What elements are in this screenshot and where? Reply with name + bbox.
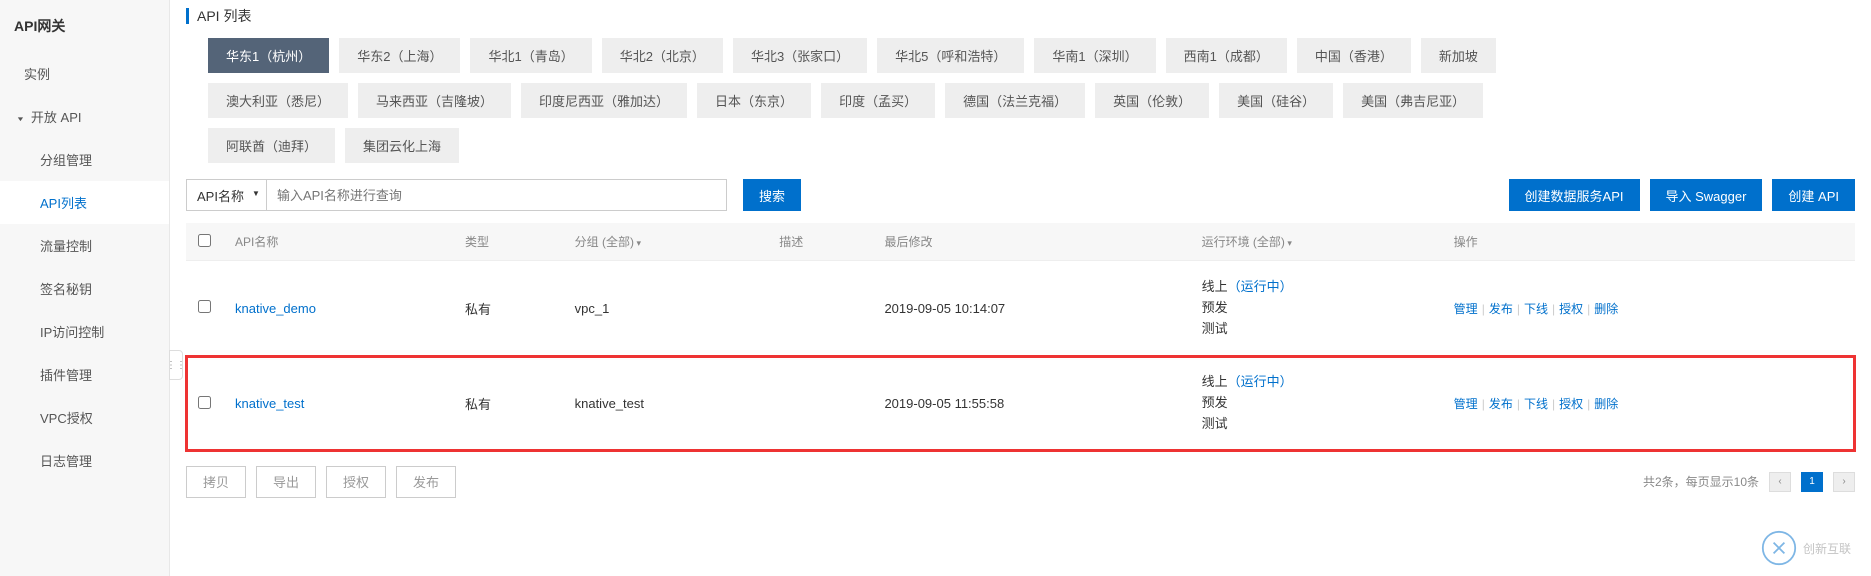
create-api-button[interactable]: 创建 API bbox=[1772, 179, 1855, 211]
cell-ops: 管理|发布|下线|授权|删除 bbox=[1442, 356, 1855, 451]
search-button[interactable]: 搜索 bbox=[743, 179, 801, 211]
sidebar-item[interactable]: 流量控制 bbox=[0, 224, 169, 267]
select-all-checkbox[interactable] bbox=[198, 234, 211, 247]
region-tab[interactable]: 美国（硅谷） bbox=[1219, 83, 1333, 118]
region-tabs-row2: 澳大利亚（悉尼） 马来西亚（吉隆坡） 印度尼西亚（雅加达） 日本（东京） 印度（孟买） 德… bbox=[208, 83, 1855, 118]
region-tab[interactable]: 英国（伦敦） bbox=[1095, 83, 1209, 118]
cell-group: knative_test bbox=[563, 356, 768, 451]
table-row: knative_test私有knative_test2019-09-05 11:… bbox=[186, 356, 1855, 451]
region-tabs-row3: 阿联酋（迪拜） 集团云化上海 bbox=[208, 128, 1855, 163]
region-tab[interactable]: 美国（弗吉尼亚） bbox=[1343, 83, 1483, 118]
cell-env: 线上（运行中）预发测试 bbox=[1190, 261, 1442, 356]
op-manage[interactable]: 管理 bbox=[1454, 302, 1478, 316]
sidebar-item[interactable]: 实例 bbox=[0, 52, 169, 95]
footer-row: 拷贝导出授权发布 共2条，每页显示10条 ‹ 1 › bbox=[186, 466, 1855, 498]
import-swagger-button[interactable]: 导入 Swagger bbox=[1650, 179, 1763, 211]
filter-field-select[interactable]: API名称 bbox=[186, 179, 267, 211]
region-tab[interactable]: 中国（香港） bbox=[1297, 38, 1411, 73]
footer-action-button[interactable]: 发布 bbox=[396, 466, 456, 498]
region-tab[interactable]: 德国（法兰克福） bbox=[945, 83, 1085, 118]
cell-ops: 管理|发布|下线|授权|删除 bbox=[1442, 261, 1855, 356]
cell-env: 线上（运行中）预发测试 bbox=[1190, 356, 1442, 451]
search-input[interactable] bbox=[267, 179, 727, 211]
sidebar-title: API网关 bbox=[0, 0, 169, 52]
footer-action-button[interactable]: 拷贝 bbox=[186, 466, 246, 498]
op-delete[interactable]: 删除 bbox=[1594, 397, 1618, 411]
region-tab[interactable]: 华南1（深圳） bbox=[1034, 38, 1155, 73]
op-offline[interactable]: 下线 bbox=[1524, 397, 1548, 411]
pager-next[interactable]: › bbox=[1833, 472, 1855, 492]
region-tab[interactable]: 马来西亚（吉隆坡） bbox=[358, 83, 511, 118]
api-table: API名称 类型 分组 (全部) 描述 最后修改 运行环境 (全部) 操作 kn… bbox=[186, 223, 1855, 452]
op-auth[interactable]: 授权 bbox=[1559, 397, 1583, 411]
op-publish[interactable]: 发布 bbox=[1489, 302, 1513, 316]
op-manage[interactable]: 管理 bbox=[1454, 397, 1478, 411]
region-tab[interactable]: 华北5（呼和浩特） bbox=[877, 38, 1024, 73]
op-auth[interactable]: 授权 bbox=[1559, 302, 1583, 316]
region-tab[interactable]: 日本（东京） bbox=[697, 83, 811, 118]
cell-type: 私有 bbox=[453, 261, 563, 356]
footer-action-button[interactable]: 授权 bbox=[326, 466, 386, 498]
create-data-api-button[interactable]: 创建数据服务API bbox=[1509, 179, 1640, 211]
region-tab[interactable]: 印度尼西亚（雅加达） bbox=[521, 83, 687, 118]
pager-page-1[interactable]: 1 bbox=[1801, 472, 1823, 492]
sidebar-item[interactable]: 分组管理 bbox=[0, 138, 169, 181]
region-tab[interactable]: 华北2（北京） bbox=[602, 38, 723, 73]
th-name: API名称 bbox=[223, 223, 453, 261]
th-modified: 最后修改 bbox=[872, 223, 1189, 261]
region-tab[interactable]: 华东2（上海） bbox=[339, 38, 460, 73]
region-tab[interactable]: 华北3（张家口） bbox=[733, 38, 867, 73]
region-tab[interactable]: 华东1（杭州） bbox=[208, 38, 329, 73]
main-content: ⋮⋮ API 列表 华东1（杭州） 华东2（上海） 华北1（青岛） 华北2（北京） 华北… bbox=[170, 0, 1871, 576]
watermark: 创新互联 bbox=[1761, 530, 1851, 566]
footer-action-button[interactable]: 导出 bbox=[256, 466, 316, 498]
sidebar-item[interactable]: 插件管理 bbox=[0, 353, 169, 396]
cell-type: 私有 bbox=[453, 356, 563, 451]
row-checkbox[interactable] bbox=[198, 300, 211, 313]
op-publish[interactable]: 发布 bbox=[1489, 397, 1513, 411]
th-type: 类型 bbox=[453, 223, 563, 261]
region-tab[interactable]: 华北1（青岛） bbox=[470, 38, 591, 73]
collapse-handle[interactable]: ⋮⋮ bbox=[169, 350, 183, 380]
region-tab[interactable]: 澳大利亚（悉尼） bbox=[208, 83, 348, 118]
sidebar-group-open-api[interactable]: 开放 API bbox=[0, 95, 169, 138]
op-offline[interactable]: 下线 bbox=[1524, 302, 1548, 316]
th-env[interactable]: 运行环境 (全部) bbox=[1190, 223, 1442, 261]
sidebar: API网关 实例开放 API分组管理API列表流量控制签名秘钥IP访问控制插件管… bbox=[0, 0, 170, 576]
region-tab[interactable]: 西南1（成都） bbox=[1166, 38, 1287, 73]
sidebar-item[interactable]: API列表 bbox=[0, 181, 169, 224]
sidebar-item[interactable]: 日志管理 bbox=[0, 439, 169, 482]
th-desc: 描述 bbox=[767, 223, 872, 261]
th-ops: 操作 bbox=[1442, 223, 1855, 261]
page-title-wrap: API 列表 bbox=[186, 0, 1855, 34]
cell-desc bbox=[767, 261, 872, 356]
region-tab[interactable]: 阿联酋（迪拜） bbox=[208, 128, 335, 163]
region-tab[interactable]: 新加坡 bbox=[1421, 38, 1496, 73]
pagination-summary: 共2条，每页显示10条 bbox=[1643, 473, 1759, 490]
table-row: knative_demo 私有vpc_1 2019-09-05 10:14:07线上… bbox=[186, 261, 1855, 356]
region-tab[interactable]: 印度（孟买） bbox=[821, 83, 935, 118]
cell-modified: 2019-09-05 10:14:07 bbox=[872, 261, 1189, 356]
title-accent-bar bbox=[186, 8, 189, 24]
api-name-link[interactable]: knative_test bbox=[235, 396, 304, 411]
filter-row: API名称 搜索 创建数据服务API 导入 Swagger 创建 API bbox=[186, 179, 1855, 211]
page-title: API 列表 bbox=[197, 6, 251, 26]
api-name-link[interactable]: knative_demo bbox=[235, 301, 316, 316]
sidebar-item[interactable]: VPC授权 bbox=[0, 396, 169, 439]
pager-prev[interactable]: ‹ bbox=[1769, 472, 1791, 492]
cell-desc bbox=[767, 356, 872, 451]
cell-group: vpc_1 bbox=[563, 261, 768, 356]
cell-modified: 2019-09-05 11:55:58 bbox=[872, 356, 1189, 451]
sidebar-item[interactable]: 签名秘钥 bbox=[0, 267, 169, 310]
op-delete[interactable]: 删除 bbox=[1594, 302, 1618, 316]
region-tabs-row1: 华东1（杭州） 华东2（上海） 华北1（青岛） 华北2（北京） 华北3（张家口） 华北5（… bbox=[208, 38, 1855, 73]
region-tab[interactable]: 集团云化上海 bbox=[345, 128, 459, 163]
sidebar-item[interactable]: IP访问控制 bbox=[0, 310, 169, 353]
row-checkbox[interactable] bbox=[198, 396, 211, 409]
th-group[interactable]: 分组 (全部) bbox=[563, 223, 768, 261]
